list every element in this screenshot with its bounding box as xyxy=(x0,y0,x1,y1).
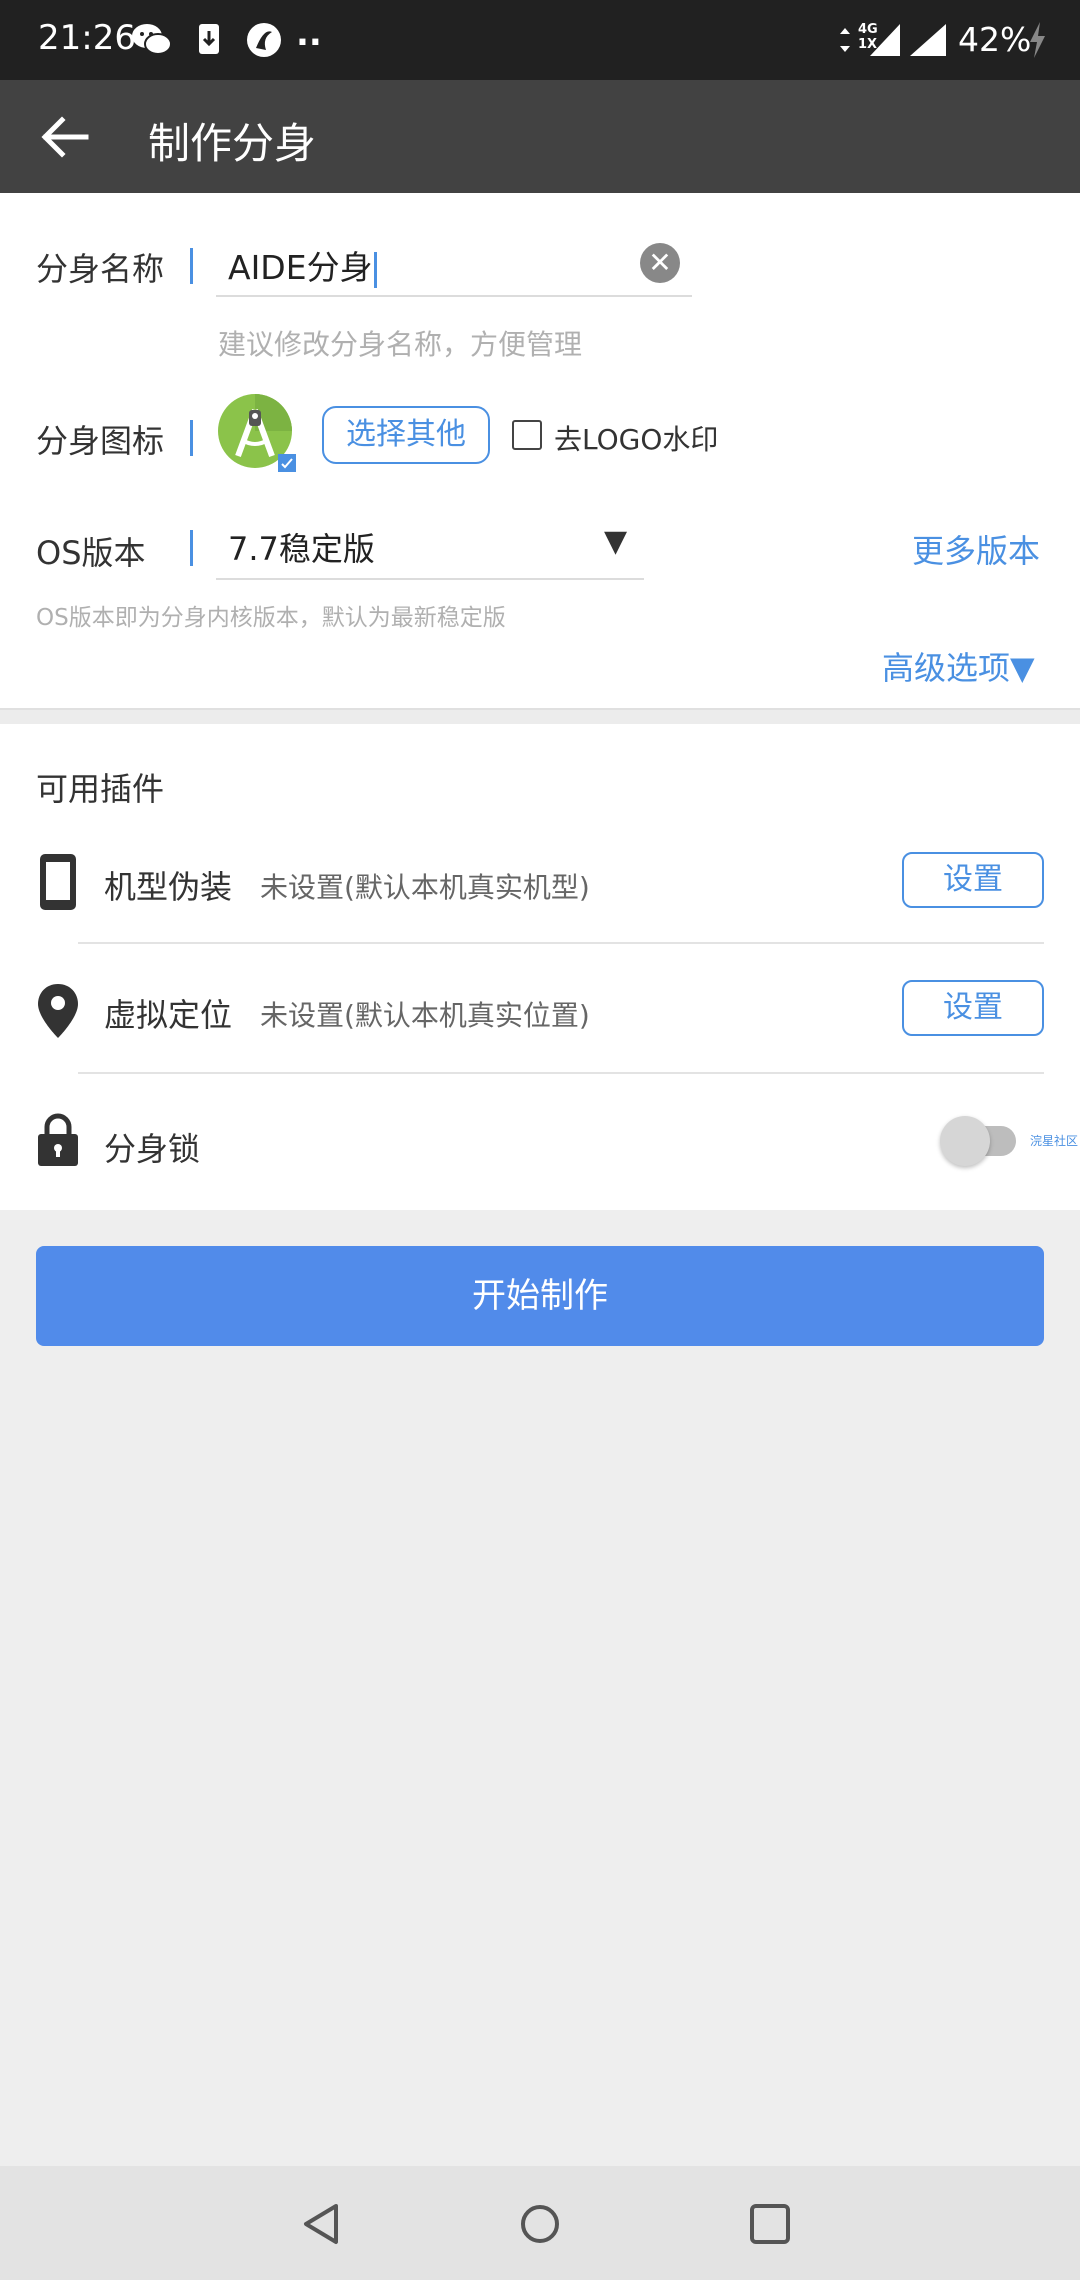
data-arrows-icon xyxy=(840,28,850,52)
signal-2-icon xyxy=(910,24,946,56)
virtual-location-set-button[interactable]: 设置 xyxy=(902,980,1044,1036)
lock-icon xyxy=(38,1113,78,1166)
status-bar: 21:26 .. 4G 1X 42% xyxy=(0,0,1080,80)
back-arrow-icon[interactable] xyxy=(30,102,100,172)
clone-icon-label: 分身图标 xyxy=(36,422,165,460)
virtual-location-desc: 未设置(默认本机真实位置) xyxy=(260,999,590,1032)
label-divider xyxy=(190,248,193,284)
remove-logo-checkbox[interactable] xyxy=(512,420,542,450)
location-pin-icon xyxy=(38,984,78,1038)
choose-other-icon-button[interactable]: 选择其他 xyxy=(322,406,490,464)
text-caret xyxy=(373,251,377,288)
nav-home-icon[interactable] xyxy=(512,2196,568,2252)
section-separator xyxy=(0,708,1080,724)
android-studio-app-icon xyxy=(218,394,296,472)
remove-logo-label: 去LOGO水印 xyxy=(554,423,719,456)
signal-1-icon xyxy=(870,24,900,56)
nav-recents-icon[interactable] xyxy=(742,2196,798,2252)
clear-text-icon[interactable]: ✕ xyxy=(640,243,680,283)
browser-icon xyxy=(247,23,281,57)
label-divider xyxy=(190,530,193,566)
plugin-divider xyxy=(78,942,1044,944)
device-spoof-desc: 未设置(默认本机真实机型) xyxy=(260,871,590,904)
plugin-divider xyxy=(78,1072,1044,1074)
nav-back-icon[interactable] xyxy=(294,2196,350,2252)
clone-lock-toggle-knob[interactable] xyxy=(940,1116,990,1166)
plugins-section-title: 可用插件 xyxy=(36,770,165,808)
charging-icon xyxy=(1030,22,1045,58)
more-versions-link[interactable]: 更多版本 xyxy=(912,526,1040,572)
dropdown-triangle-icon: ▼ xyxy=(604,524,628,559)
clone-lock-name: 分身锁 xyxy=(104,1130,201,1168)
navigation-bar xyxy=(0,2166,1080,2280)
clone-name-hint: 建议修改分身名称，方便管理 xyxy=(218,328,583,361)
watermark-text: 浣星社区 xyxy=(1030,1134,1079,1148)
device-spoof-name: 机型伪装 xyxy=(104,868,233,906)
virtual-location-name: 虚拟定位 xyxy=(104,996,233,1034)
device-spoof-set-button[interactable]: 设置 xyxy=(902,852,1044,908)
start-making-button[interactable]: 开始制作 xyxy=(36,1246,1044,1346)
os-version-dropdown[interactable]: 7.7稳定版 ▼ xyxy=(216,514,644,580)
more-notifications: .. xyxy=(296,14,322,54)
page-title: 制作分身 xyxy=(148,119,317,168)
advanced-options-toggle[interactable]: 高级选项▼ xyxy=(882,643,1035,689)
os-version-hint: OS版本即为分身内核版本，默认为最新稳定版 xyxy=(36,605,506,631)
os-version-label: OS版本 xyxy=(36,534,146,572)
phone-icon xyxy=(40,854,76,910)
download-icon xyxy=(199,24,219,54)
battery-percent: 42% xyxy=(958,20,1032,59)
status-time: 21:26 xyxy=(38,18,136,58)
os-version-value: 7.7稳定版 xyxy=(228,530,375,568)
clone-name-input[interactable]: AIDE分身 xyxy=(216,237,692,297)
clone-name-label: 分身名称 xyxy=(36,250,165,288)
label-divider xyxy=(190,420,193,456)
toolbar: 制作分身 xyxy=(0,80,1080,193)
wechat-icon xyxy=(132,24,172,55)
